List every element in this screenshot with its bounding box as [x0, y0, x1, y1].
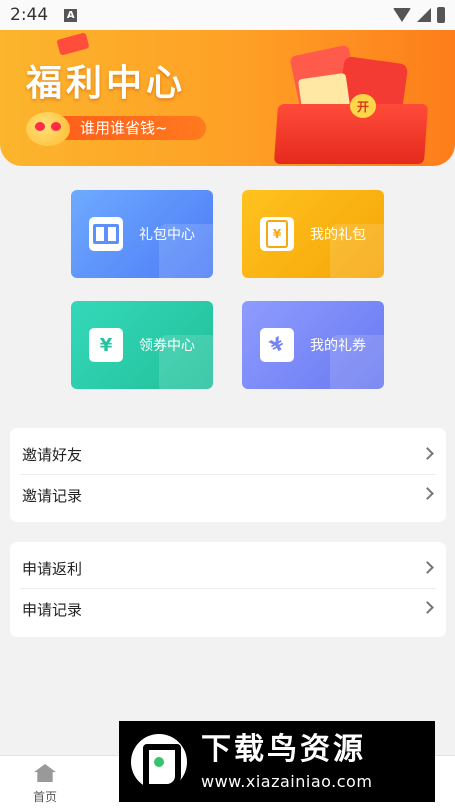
red-envelope-icon: ¥ — [260, 217, 294, 251]
chevron-right-icon — [421, 561, 434, 574]
status-time: 2:44 — [10, 5, 49, 25]
ticket-icon: ¥ — [260, 328, 294, 362]
watermark-title: 下载鸟资源 — [201, 732, 366, 767]
gift-box-illustration — [273, 104, 429, 164]
home-icon — [34, 764, 56, 782]
row-label: 邀请好友 — [22, 446, 83, 464]
rebate-card: 申请返利 申请记录 — [10, 542, 446, 637]
tile-label: 领券中心 — [139, 338, 195, 354]
tile-my-coupons[interactable]: ¥ 我的礼券 — [242, 301, 384, 389]
welfare-banner: 福利中心 谁用谁省钱~ 开 — [0, 30, 455, 166]
heart-eyes-emoji-icon — [26, 112, 70, 146]
row-label: 申请返利 — [22, 560, 83, 578]
tile-gift-center[interactable]: 礼包中心 — [71, 190, 213, 278]
invite-records-row[interactable]: 邀请记录 — [20, 475, 436, 515]
coupon-icon: ¥ — [89, 328, 123, 362]
apply-records-row[interactable]: 申请记录 — [20, 589, 436, 629]
status-bar: 2:44 A — [0, 0, 455, 30]
bird-logo-icon — [131, 733, 187, 790]
notification-icon: A — [64, 8, 78, 22]
chevron-right-icon — [421, 487, 434, 500]
status-indicators — [393, 7, 445, 23]
watermark: 下载鸟资源 www.xiazainiao.com — [119, 721, 435, 802]
apply-rebate-row[interactable]: 申请返利 — [20, 549, 436, 589]
row-label: 申请记录 — [22, 600, 83, 619]
battery-icon — [437, 7, 445, 23]
nav-item-home[interactable]: 首页 — [0, 756, 90, 810]
banner-subtitle: 谁用谁省钱~ — [80, 119, 168, 137]
chevron-right-icon — [421, 447, 434, 460]
gift-icon — [89, 217, 123, 251]
tile-my-gifts[interactable]: ¥ 我的礼包 — [242, 190, 384, 278]
watermark-url: www.xiazainiao.com — [201, 772, 373, 791]
signal-icon — [417, 8, 431, 22]
nav-label: 首页 — [32, 790, 57, 804]
red-envelope-decoration — [56, 32, 90, 56]
tile-label: 我的礼券 — [310, 338, 366, 354]
invite-friends-row[interactable]: 邀请好友 — [20, 435, 436, 475]
banner-title: 福利中心 — [26, 63, 187, 104]
tile-label: 我的礼包 — [310, 227, 366, 243]
wifi-icon — [393, 8, 411, 22]
invite-card: 邀请好友 邀请记录 — [10, 428, 446, 522]
tile-coupon-center[interactable]: ¥ 领券中心 — [71, 301, 213, 389]
row-label: 邀请记录 — [22, 486, 83, 505]
chevron-right-icon — [421, 601, 434, 614]
tile-label: 礼包中心 — [139, 227, 195, 243]
open-coin-icon: 开 — [350, 94, 376, 118]
